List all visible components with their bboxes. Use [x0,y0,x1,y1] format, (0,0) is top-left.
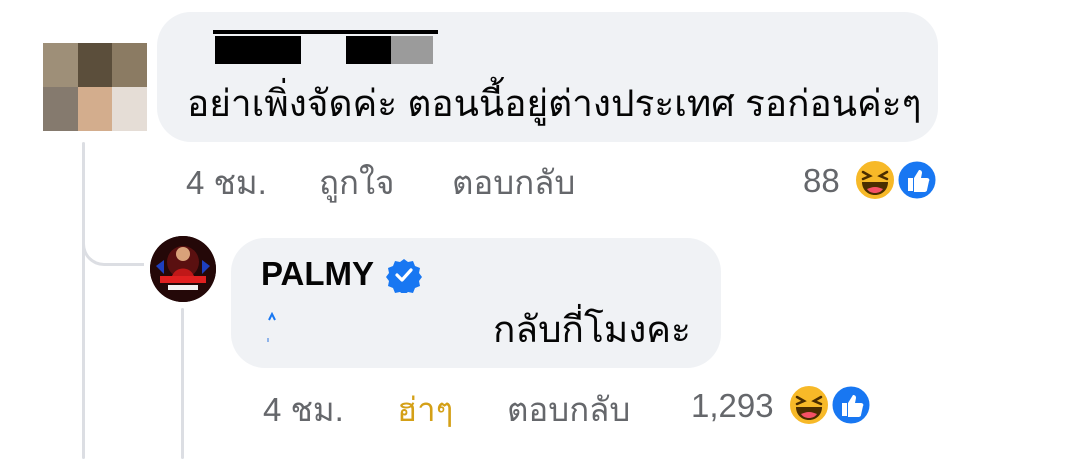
thread-connector-line [82,142,85,459]
thread-connector-curve [82,220,144,266]
like-button[interactable]: ถูกใจ [319,163,394,203]
reaction-count[interactable]: 88 [803,161,840,201]
redacted-author-name [213,30,438,34]
like-icon[interactable] [829,383,873,427]
comment-bubble: อย่าเพิ่งจัดค่ะ ตอนนี้อยู่ต่างประเทศ รอก… [157,12,938,142]
verified-badge-icon [386,259,422,293]
commenter-avatar[interactable] [43,43,147,131]
comment-text: อย่าเพิ่งจัดค่ะ ตอนนี้อยู่ต่างประเทศ รอก… [187,83,922,124]
comment-time[interactable]: 4 ชม. [186,163,267,203]
author-name[interactable]: PALMY [261,254,374,294]
reply-button[interactable]: ตอบกลับ [452,163,575,203]
mention-fragment-icon [267,312,276,342]
haha-icon[interactable] [853,158,897,202]
like-icon[interactable] [895,158,939,202]
reply-thread-line [181,308,184,459]
palmy-avatar[interactable] [150,236,216,302]
redacted-block [391,36,433,64]
redacted-block [346,36,391,64]
reply-time[interactable]: 4 ชม. [263,390,344,430]
haha-reaction-button[interactable]: ฮ่าๆ [397,390,453,430]
reply-bubble: PALMY กลับกี่โมงคะ [231,238,721,368]
avatar-artwork-icon [150,236,216,302]
redacted-block [215,36,301,64]
reaction-count[interactable]: 1,293 [691,386,774,426]
reply-text: กลับกี่โมงคะ [493,309,691,350]
reply-button[interactable]: ตอบกลับ [507,390,630,430]
haha-icon[interactable] [787,383,831,427]
